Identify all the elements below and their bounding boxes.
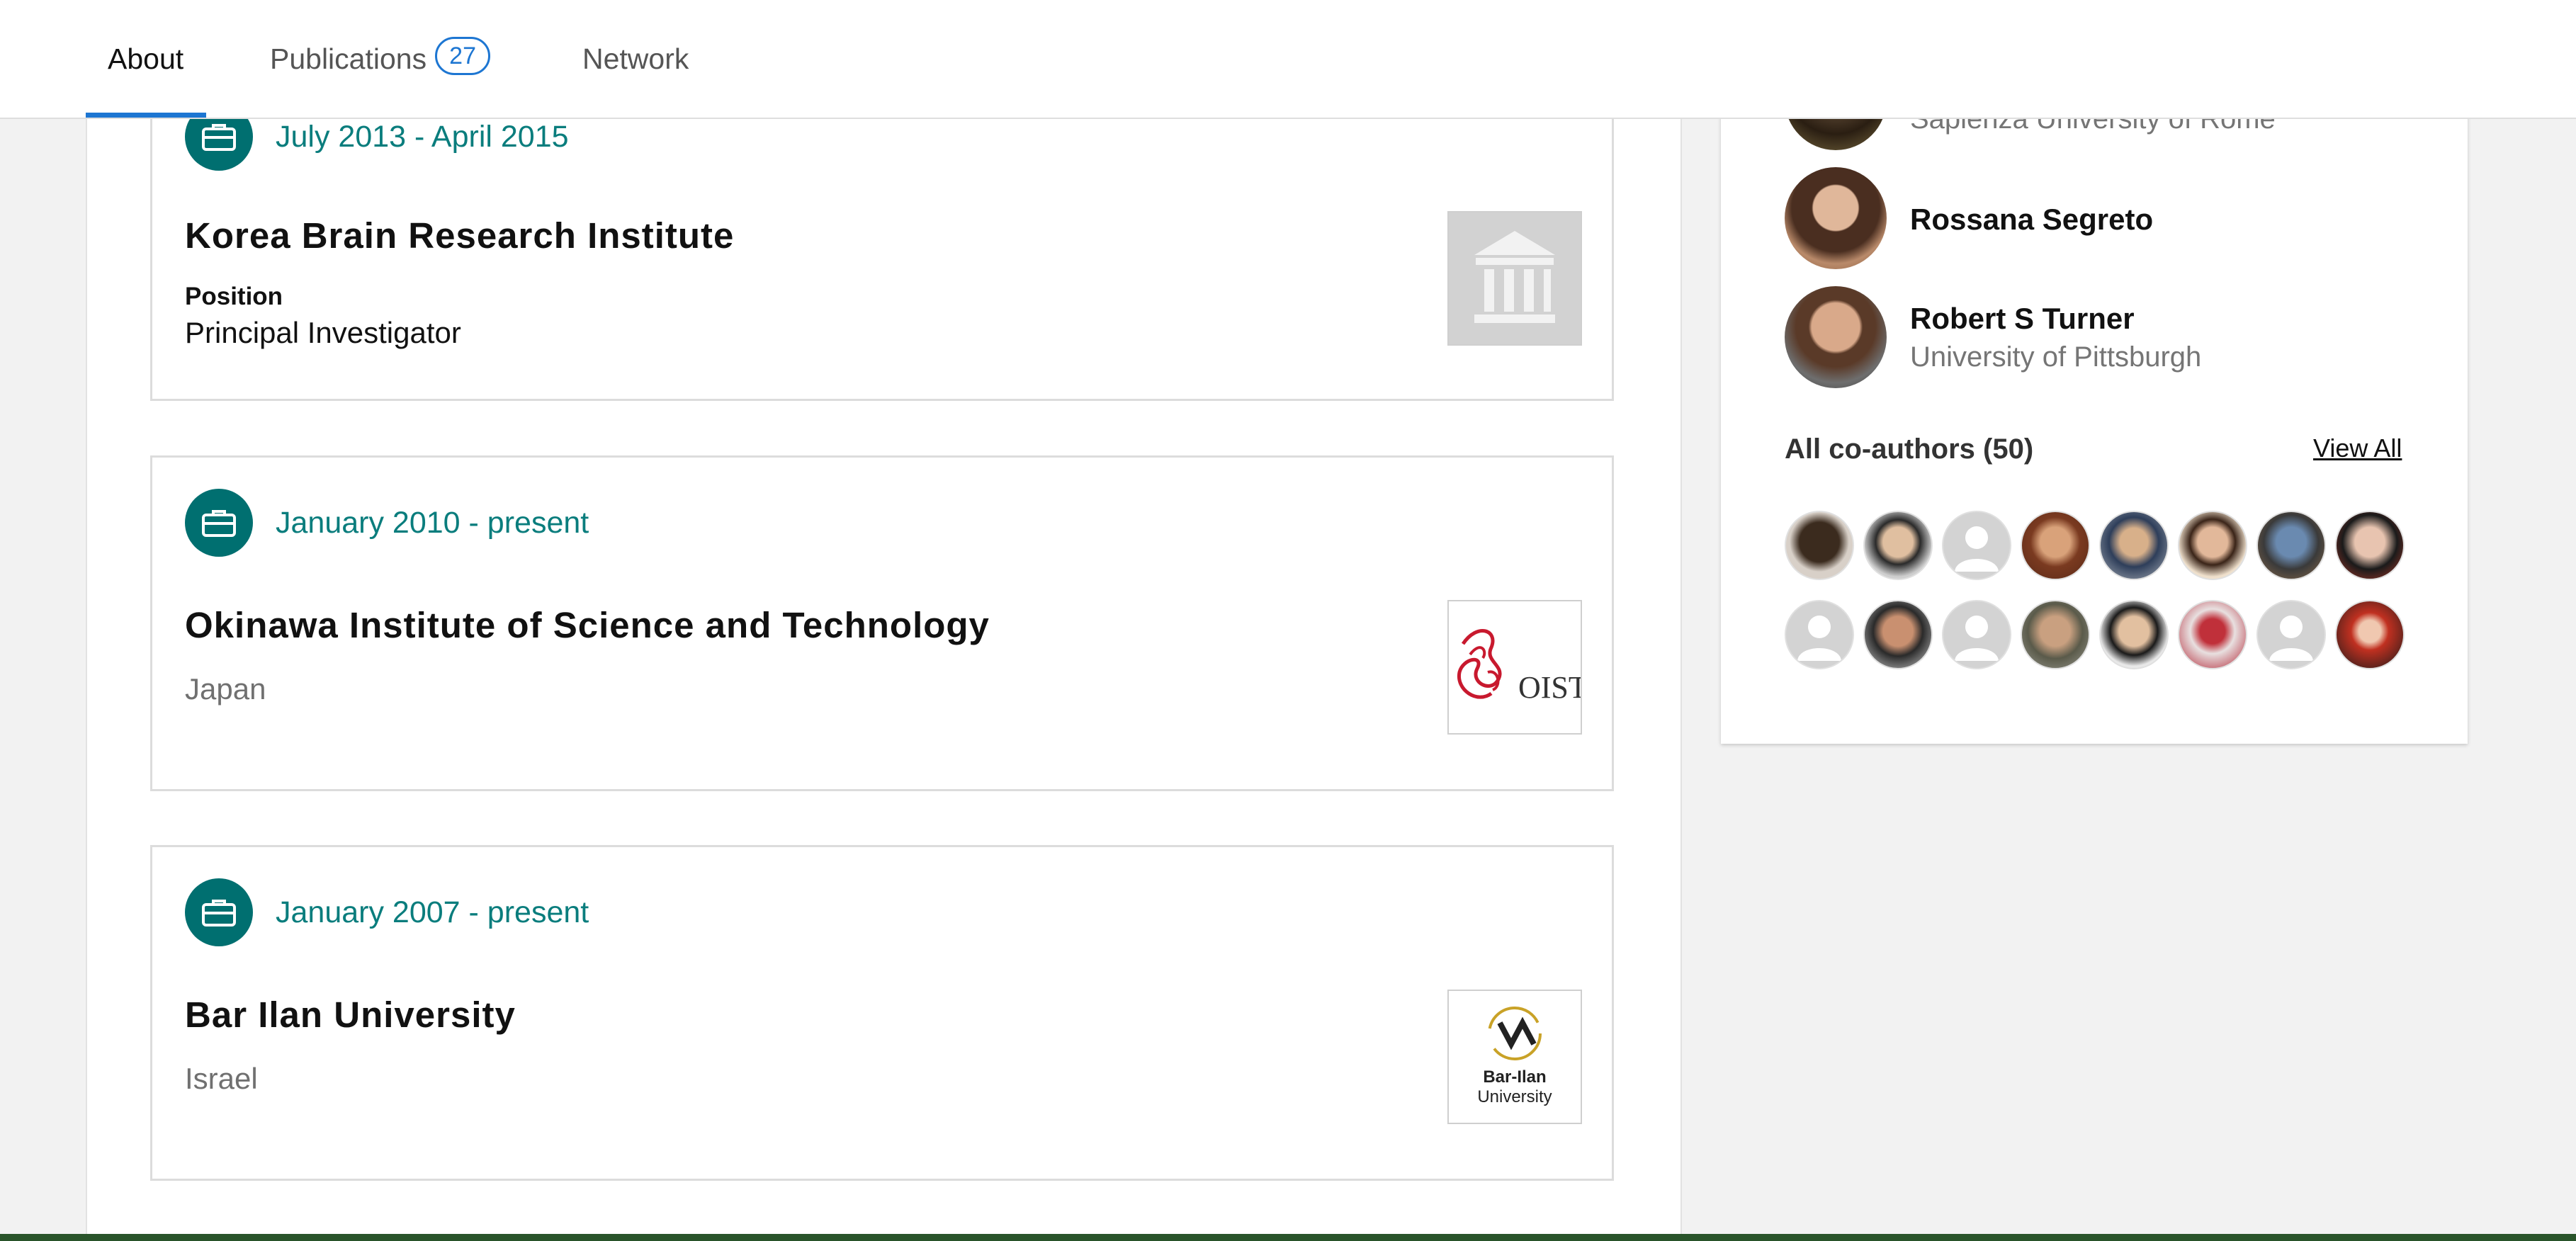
experience-card-bar-ilan: January 2007 - present Bar Ilan Universi… [150, 845, 1614, 1181]
coauthor-avatar-placeholder[interactable] [1785, 600, 1854, 669]
person-placeholder-icon [2269, 616, 2313, 661]
tab-publications[interactable]: Publications 27 [270, 0, 491, 118]
coauthor-avatar[interactable] [2178, 511, 2247, 580]
person-placeholder-icon [1955, 616, 1999, 661]
institution-name: Korea Brain Research Institute [185, 215, 735, 256]
active-tab-indicator [86, 113, 206, 118]
tab-publications-label: Publications [270, 42, 427, 75]
position-value: Principal Investigator [185, 316, 461, 349]
experience-date-row: January 2007 - present [185, 878, 589, 946]
coauthor-avatar-placeholder[interactable] [1942, 511, 2011, 580]
coauthor-avatar[interactable] [2021, 600, 2090, 669]
coauthor-avatar[interactable] [2256, 511, 2326, 580]
experience-dates: July 2013 - April 2015 [276, 119, 569, 154]
profile-tab-bar: About Publications 27 Network [0, 0, 2576, 119]
coauthor-avatar[interactable] [2099, 511, 2169, 580]
bar-ilan-logo: Bar-Ilan University [1447, 990, 1582, 1124]
institution-location: Japan [185, 672, 266, 706]
person-name[interactable]: Robert S Turner [1910, 302, 2135, 336]
coauthor-avatar-placeholder[interactable] [2256, 600, 2326, 669]
publications-count-badge: 27 [435, 37, 491, 75]
avatar[interactable] [1785, 286, 1887, 388]
coauthor-avatar[interactable] [2178, 600, 2247, 669]
institution-location: Israel [185, 1062, 258, 1095]
briefcase-icon [185, 878, 253, 946]
institution-name: Okinawa Institute of Science and Technol… [185, 605, 990, 645]
position-label: Position [185, 283, 283, 310]
person-placeholder-icon [1797, 616, 1841, 661]
tab-network-label: Network [582, 42, 689, 75]
coauthors-heading: All co-authors (50) [1785, 434, 2034, 465]
bar-ilan-logo-line1: Bar-Ilan [1483, 1067, 1547, 1087]
experience-dates: January 2007 - present [276, 895, 589, 929]
view-all-link[interactable]: View All [2313, 434, 2402, 463]
briefcase-icon [185, 489, 253, 557]
experience-card-kbri: July 2013 - April 2015 Korea Brain Resea… [150, 78, 1614, 401]
tab-about[interactable]: About [108, 0, 183, 118]
institution-logo [1447, 211, 1582, 346]
institution-building-icon [1474, 231, 1555, 323]
tab-about-label: About [108, 42, 184, 75]
institution-name: Bar Ilan University [185, 994, 516, 1035]
coauthor-avatar[interactable] [1863, 511, 1933, 580]
tab-network[interactable]: Network [582, 0, 689, 118]
coauthor-avatar[interactable] [2099, 600, 2169, 669]
experience-date-row: January 2010 - present [185, 489, 589, 557]
coauthor-avatar-placeholder[interactable] [1942, 600, 2011, 669]
coauthor-avatar[interactable] [1785, 511, 1854, 580]
bar-ilan-logo-line2: University [1477, 1087, 1552, 1106]
coauthor-avatar[interactable] [1863, 600, 1933, 669]
avatar[interactable] [1785, 167, 1887, 269]
person-placeholder-icon [1955, 526, 1999, 572]
oist-logo: OIST [1447, 600, 1582, 735]
person-name[interactable]: Rossana Segreto [1910, 203, 2153, 237]
experience-dates: January 2010 - present [276, 505, 589, 540]
footer-strip [0, 1234, 2576, 1241]
coauthor-avatar[interactable] [2335, 511, 2405, 580]
coauthor-avatar[interactable] [2335, 600, 2405, 669]
oist-logo-text: OIST [1518, 670, 1582, 705]
coauthor-avatar[interactable] [2021, 511, 2090, 580]
experience-card-oist: January 2010 - present Okinawa Institute… [150, 455, 1614, 791]
person-affiliation: University of Pittsburgh [1910, 341, 2202, 373]
